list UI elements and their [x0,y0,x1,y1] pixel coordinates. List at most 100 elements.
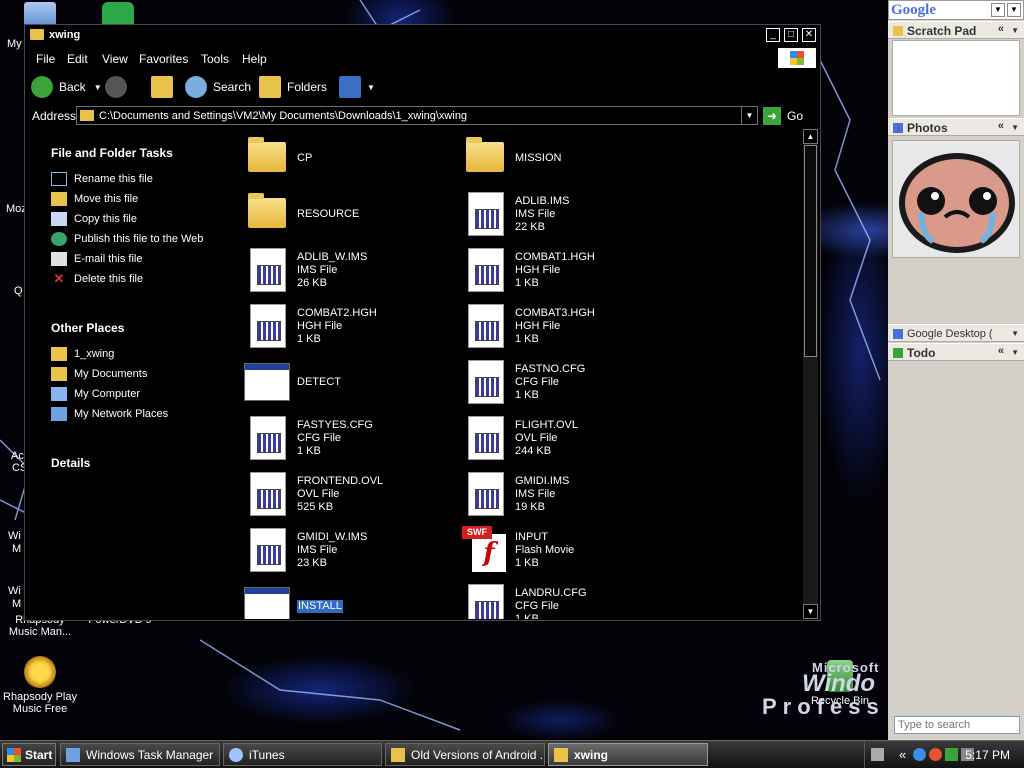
desktop-edge-label: M [12,598,22,610]
network-icon[interactable] [913,748,926,761]
file-item[interactable]: COMBAT2.HGH HGH File 1 KB [241,299,459,351]
place-my-network[interactable]: My Network Places [51,407,168,421]
documents-icon [51,367,67,381]
taskbar-button-xwing[interactable]: xwing [548,743,708,766]
rename-icon [51,172,67,186]
security-icon[interactable] [945,748,958,761]
file-item[interactable]: FLIGHT.OVL OVL File 244 KB [459,411,677,463]
scroll-thumb[interactable] [804,145,817,357]
file-item[interactable]: FRONTEND.OVL OVL File 525 KB [241,467,459,519]
file-item[interactable]: COMBAT3.HGH HGH File 1 KB [459,299,677,351]
file-name: ADLIB_W.IMS [297,251,368,263]
photo-frame[interactable] [892,140,1020,258]
chevron-down-icon[interactable]: ▼ [94,83,102,92]
task-email[interactable]: E-mail this file [51,252,142,266]
file-type: HGH File [297,320,343,332]
desktop-icon-rhapsody-play[interactable]: Rhapsody Play Music Free [0,656,80,715]
file-item[interactable]: DETECT [241,355,459,407]
file-size: 22 KB [515,221,545,233]
collapse-icon[interactable]: « [998,345,1004,357]
collapse-icon[interactable]: « [998,120,1004,132]
dropdown-icon[interactable]: ▼ [991,3,1005,17]
maximize-button[interactable]: □ [784,28,798,42]
explorer-window: xwing _ □ ✕ File Edit View Favorites Too… [24,24,821,621]
up-folder-button[interactable] [151,71,179,103]
document-icon [462,470,508,516]
keyboard-icon[interactable] [871,748,884,761]
file-item[interactable]: CP [241,131,459,183]
gadget-menu-icon[interactable]: ▼ [1011,26,1019,35]
vertical-scrollbar[interactable]: ▲ ▼ [803,129,818,619]
place-1-xwing[interactable]: 1_xwing [51,347,114,361]
file-item[interactable]: ADLIB.IMS IMS File 22 KB [459,187,677,239]
file-item[interactable]: RESOURCE [241,187,459,239]
document-icon [244,526,290,572]
file-name: FRONTEND.OVL [297,475,384,487]
folders-button[interactable]: Folders [259,71,327,103]
chrome-icon[interactable] [929,748,942,761]
collapse-icon[interactable]: « [998,23,1004,35]
file-item[interactable]: COMBAT1.HGH HGH File 1 KB [459,243,677,295]
task-move[interactable]: Move this file [51,192,138,206]
gadget-menu-icon[interactable]: ▼ [1011,348,1019,357]
checkbox-icon [893,348,903,358]
file-item[interactable]: ADLIB_W.IMS IMS File 26 KB [241,243,459,295]
menu-favorites[interactable]: Favorites [139,52,188,66]
menu-icon[interactable]: ▼ [1007,3,1021,17]
place-my-computer[interactable]: My Computer [51,387,140,401]
views-button[interactable]: ▼ [339,71,375,103]
minimize-button[interactable]: _ [766,28,780,42]
menu-tools[interactable]: Tools [201,52,229,66]
scroll-down-icon[interactable]: ▼ [803,604,818,619]
file-item[interactable]: f SWF INPUT Flash Movie 1 KB [459,523,677,575]
google-search-bar[interactable]: Google ▼ ▼ [888,0,1024,20]
place-my-documents[interactable]: My Documents [51,367,147,381]
task-copy[interactable]: Copy this file [51,212,137,226]
menu-view[interactable]: View [102,52,128,66]
file-name: FASTNO.CFG [515,363,586,375]
file-item[interactable]: FASTNO.CFG CFG File 1 KB [459,355,677,407]
close-button[interactable]: ✕ [802,28,816,42]
file-item[interactable]: FASTYES.CFG CFG File 1 KB [241,411,459,463]
address-dropdown-icon[interactable]: ▼ [741,107,757,124]
place-label: My Documents [74,368,148,380]
menu-file[interactable]: File [36,52,55,66]
title-bar[interactable]: xwing _ □ ✕ [25,25,820,46]
menu-help[interactable]: Help [242,52,267,66]
gadget-photos[interactable]: Photos « ▼ [888,118,1024,136]
file-item[interactable]: GMIDI.IMS IMS File 19 KB [459,467,677,519]
gadget-menu-icon[interactable]: ▼ [1011,329,1019,338]
file-item[interactable]: MISSION [459,131,677,183]
back-button[interactable]: Back ▼ [31,71,102,103]
file-item[interactable]: GMIDI_W.IMS IMS File 23 KB [241,523,459,575]
task-label: Copy this file [74,213,137,225]
folder-icon [244,134,290,180]
file-item[interactable]: INSTALL [241,579,459,619]
flash-glyph: f [472,534,506,572]
gadget-menu-icon[interactable]: ▼ [1011,123,1019,132]
task-publish[interactable]: Publish this file to the Web [51,232,203,246]
gadget-todo[interactable]: Todo « ▼ [888,343,1024,361]
file-text: FASTYES.CFG CFG File 1 KB [297,419,373,458]
scratch-pad-body[interactable] [892,40,1020,116]
scroll-up-icon[interactable]: ▲ [803,129,818,144]
taskbar-button-task-manager[interactable]: Windows Task Manager [60,743,220,766]
menu-edit[interactable]: Edit [67,52,88,66]
document-icon [462,302,508,348]
gadget-title: Todo [907,346,936,360]
go-button[interactable]: ➜ Go [763,106,803,126]
document-icon [462,582,508,619]
taskbar-button-itunes[interactable]: iTunes [223,743,382,766]
address-input[interactable]: C:\Documents and Settings\VM2\My Documen… [76,106,758,125]
gadget-google-desktop[interactable]: Google Desktop ( ▼ [888,324,1024,342]
search-button[interactable]: Search [185,71,251,103]
task-rename[interactable]: Rename this file [51,172,153,186]
tray-expand-icon[interactable]: « [899,747,906,762]
taskbar-button-browser[interactable]: Old Versions of Android ... [385,743,545,766]
sidebar-search-input[interactable] [894,716,1020,734]
task-delete[interactable]: ✕ Delete this file [51,272,144,286]
start-button[interactable]: Start [2,743,56,766]
forward-button[interactable] [105,71,133,103]
gadget-scratch-pad[interactable]: Scratch Pad « ▼ [888,21,1024,39]
file-item[interactable]: LANDRU.CFG CFG File 1 KB [459,579,677,619]
